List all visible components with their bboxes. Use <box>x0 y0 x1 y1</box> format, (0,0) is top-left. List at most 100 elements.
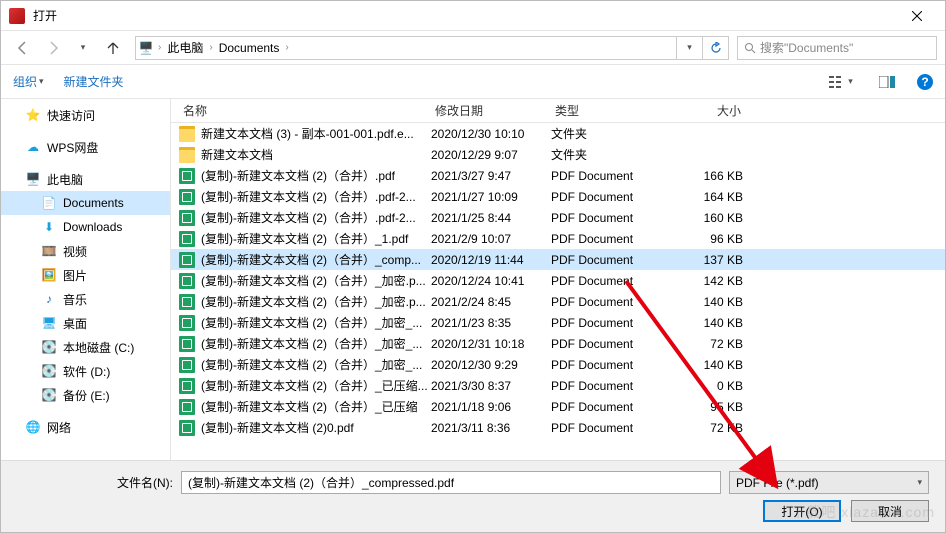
cell-date: 2021/1/27 10:09 <box>431 190 551 204</box>
sidebar-item-network[interactable]: 🌐 网络 <box>1 415 170 439</box>
sidebar-item-disk-c[interactable]: 💽本地磁盘 (C:) <box>1 335 170 359</box>
table-row[interactable]: (复制)-新建文本文档 (2)（合并）_加密.p...2021/2/24 8:4… <box>171 291 945 312</box>
cell-name: (复制)-新建文本文档 (2)（合并）_加密.p... <box>201 293 431 310</box>
sidebar-item-quick-access[interactable]: ⭐快速访问 <box>1 103 170 127</box>
help-button[interactable]: ? <box>917 74 933 90</box>
cell-name: (复制)-新建文本文档 (2)（合并）_已压缩... <box>201 377 431 394</box>
cell-size: 0 KB <box>669 379 755 393</box>
sidebar-item-label: 图片 <box>63 267 87 284</box>
cell-type: PDF Document <box>551 400 669 414</box>
breadcrumb-dropdown[interactable]: ▾ <box>676 37 702 59</box>
pdf-file-icon <box>179 336 195 352</box>
file-type-filter[interactable]: PDF File (*.pdf) ▾ <box>729 471 929 494</box>
document-icon: 📄 <box>41 195 57 211</box>
cell-size: 72 KB <box>669 421 755 435</box>
refresh-button[interactable] <box>702 37 728 59</box>
cell-type: PDF Document <box>551 295 669 309</box>
cancel-button[interactable]: 取消 <box>851 500 929 522</box>
column-header-type[interactable]: 类型 <box>549 102 667 119</box>
open-button[interactable]: 打开(O) <box>763 500 841 522</box>
breadcrumb-segment[interactable]: 此电脑 <box>163 39 207 56</box>
toolbar: 组织 ▾ 新建文件夹 ▾ ? <box>1 65 945 99</box>
recent-dropdown[interactable]: ▾ <box>69 35 97 61</box>
back-button[interactable] <box>9 35 37 61</box>
sidebar-item-documents[interactable]: 📄Documents <box>1 191 170 215</box>
cell-name: (复制)-新建文本文档 (2)（合并）.pdf-2... <box>201 188 431 205</box>
sidebar-item-videos[interactable]: 🎞️视频 <box>1 239 170 263</box>
bottom-panel: 文件名(N): PDF File (*.pdf) ▾ 打开(O) 取消 <box>1 460 945 532</box>
cell-date: 2021/1/23 8:35 <box>431 316 551 330</box>
table-row[interactable]: (复制)-新建文本文档 (2)（合并）_已压缩...2021/3/30 8:37… <box>171 375 945 396</box>
cell-date: 2021/3/27 9:47 <box>431 169 551 183</box>
search-placeholder: 搜索"Documents" <box>760 39 853 56</box>
cell-name: (复制)-新建文本文档 (2)（合并）.pdf <box>201 167 431 184</box>
table-row[interactable]: (复制)-新建文本文档 (2)（合并）_加密_...2020/12/31 10:… <box>171 333 945 354</box>
sidebar-item-desktop[interactable]: 🖥桌面 <box>1 311 170 335</box>
cell-name: 新建文本文档 (3) - 副本-001-001.pdf.e... <box>201 125 431 142</box>
filename-input[interactable] <box>181 471 721 494</box>
sidebar-item-downloads[interactable]: ⬇Downloads <box>1 215 170 239</box>
cell-type: PDF Document <box>551 337 669 351</box>
table-row[interactable]: (复制)-新建文本文档 (2)（合并）.pdf-2...2021/1/27 10… <box>171 186 945 207</box>
sidebar-item-pictures[interactable]: 🖼️ 图片 <box>1 263 170 287</box>
up-button[interactable] <box>99 35 127 61</box>
cell-type: PDF Document <box>551 358 669 372</box>
new-folder-button[interactable]: 新建文件夹 <box>64 73 124 90</box>
sidebar-item-this-pc[interactable]: 🖥️此电脑 <box>1 167 170 191</box>
table-row[interactable]: 新建文本文档2020/12/29 9:07文件夹 <box>171 144 945 165</box>
sidebar-item-disk-e[interactable]: 💽备份 (E:) <box>1 383 170 407</box>
breadcrumb[interactable]: 🖥️ › 此电脑 › Documents › ▾ <box>135 36 729 60</box>
close-button[interactable] <box>897 1 937 31</box>
column-header-date[interactable]: 修改日期 <box>429 102 549 119</box>
organize-button[interactable]: 组织 ▾ <box>13 73 44 90</box>
cell-date: 2021/2/9 10:07 <box>431 232 551 246</box>
table-row[interactable]: (复制)-新建文本文档 (2)（合并）_加密_...2021/1/23 8:35… <box>171 312 945 333</box>
search-input[interactable]: 搜索"Documents" <box>737 36 937 60</box>
cell-size: 95 KB <box>669 400 755 414</box>
app-icon <box>9 8 25 24</box>
sidebar-item-label: 桌面 <box>63 315 87 332</box>
view-mode-button[interactable]: ▾ <box>825 70 857 94</box>
table-row[interactable]: 新建文本文档 (3) - 副本-001-001.pdf.e...2020/12/… <box>171 123 945 144</box>
file-list[interactable]: 新建文本文档 (3) - 副本-001-001.pdf.e... 2020/12/… <box>171 123 945 461</box>
breadcrumb-segment[interactable]: Documents <box>215 41 284 55</box>
sidebar-item-music[interactable]: ♪音乐 <box>1 287 170 311</box>
cell-name: (复制)-新建文本文档 (2)0.pdf <box>201 419 431 436</box>
sidebar-item-disk-d[interactable]: 💽软件 (D:) <box>1 359 170 383</box>
picture-icon: 🖼️ <box>41 267 57 283</box>
sidebar-item-label: 网络 <box>47 419 71 436</box>
arrow-left-icon <box>15 40 31 56</box>
table-row[interactable]: (复制)-新建文本文档 (2)（合并）_comp...2020/12/19 11… <box>171 249 945 270</box>
table-row[interactable]: (复制)-新建文本文档 (2)（合并）_1.pdf2021/2/9 10:07P… <box>171 228 945 249</box>
table-row[interactable]: (复制)-新建文本文档 (2)（合并）_加密_...2020/12/30 9:2… <box>171 354 945 375</box>
cell-size: 140 KB <box>669 316 755 330</box>
cell-date: 2020/12/19 11:44 <box>431 253 551 267</box>
forward-button[interactable] <box>39 35 67 61</box>
arrow-up-icon <box>105 40 121 56</box>
sidebar: ⭐快速访问 ☁WPS网盘 🖥️此电脑 📄Documents ⬇Downloads… <box>1 99 171 461</box>
sidebar-item-label: 快速访问 <box>47 107 95 124</box>
table-row[interactable]: (复制)-新建文本文档 (2)（合并）_已压缩2021/1/18 9:06PDF… <box>171 396 945 417</box>
help-icon: ? <box>921 75 928 89</box>
chevron-right-icon: › <box>156 42 163 53</box>
column-headers: 名称 修改日期 类型 大小 <box>171 99 945 123</box>
cell-date: 2021/1/18 9:06 <box>431 400 551 414</box>
cell-type: PDF Document <box>551 190 669 204</box>
sidebar-item-wps[interactable]: ☁WPS网盘 <box>1 135 170 159</box>
folder-icon <box>179 147 195 163</box>
table-row[interactable]: (复制)-新建文本文档 (2)（合并）.pdf-2...2021/1/25 8:… <box>171 207 945 228</box>
table-row[interactable]: (复制)-新建文本文档 (2)（合并）.pdf2021/3/27 9:47PDF… <box>171 165 945 186</box>
titlebar: 打开 <box>1 1 945 31</box>
cell-type: 文件夹 <box>551 146 669 163</box>
cell-type: PDF Document <box>551 232 669 246</box>
table-row[interactable]: (复制)-新建文本文档 (2)0.pdf2021/3/11 8:36PDF Do… <box>171 417 945 438</box>
table-row[interactable]: (复制)-新建文本文档 (2)（合并）_加密.p...2020/12/24 10… <box>171 270 945 291</box>
column-header-size[interactable]: 大小 <box>667 102 753 119</box>
filename-label: 文件名(N): <box>17 474 173 491</box>
preview-pane-button[interactable] <box>871 70 903 94</box>
chevron-right-icon: › <box>283 42 290 53</box>
sidebar-item-label: WPS网盘 <box>47 139 98 156</box>
column-header-name[interactable]: 名称 <box>177 102 429 119</box>
network-icon: 🌐 <box>25 419 41 435</box>
sidebar-item-label: 此电脑 <box>47 171 83 188</box>
